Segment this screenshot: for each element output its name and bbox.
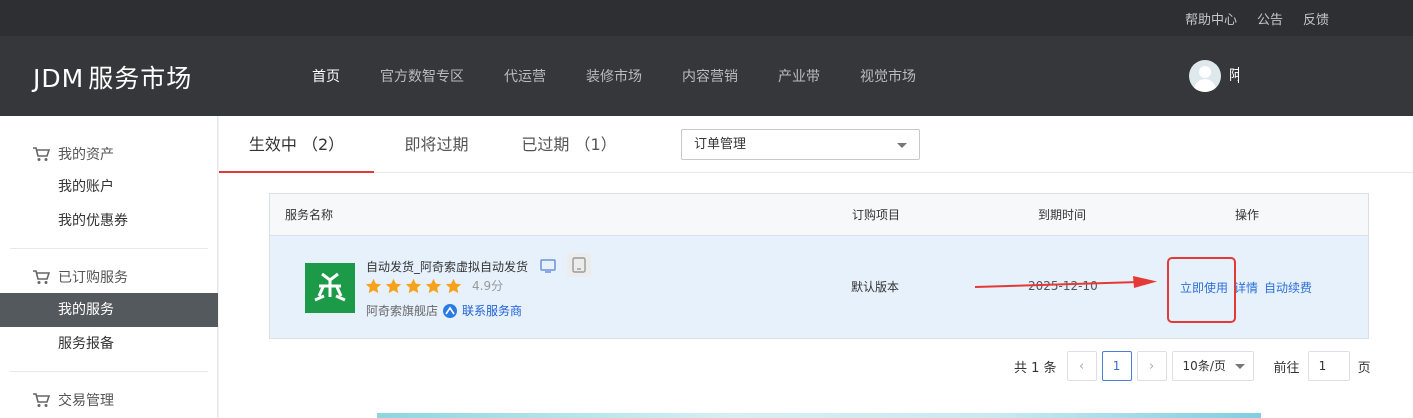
promo-banner[interactable]: [377, 413, 1261, 418]
header-service-name: 服务名称: [285, 208, 334, 222]
sidebar-group-trade[interactable]: 交易管理: [32, 390, 114, 410]
order-type-select[interactable]: 订单管理: [681, 129, 920, 160]
sidebar-item-my-coupons[interactable]: 我的优惠券: [0, 204, 218, 238]
annotation-arrow: [974, 276, 1157, 288]
table-header: 服务名称 订购项目 到期时间 操作: [270, 194, 1368, 236]
chevron-left-icon: ‹: [1078, 358, 1085, 374]
row-actions: 立即使用 详情 自动续费: [1180, 279, 1318, 296]
contact-label: 联系服务商: [462, 304, 523, 318]
chat-icon: [443, 303, 458, 318]
nav-content-marketing[interactable]: 内容营销: [682, 66, 738, 86]
page-size-select[interactable]: 10条/页: [1171, 351, 1254, 381]
sidebar: 我的资产 我的账户 我的优惠券 已订购服务 我的服务 服务报备 交易管理: [0, 116, 218, 418]
desktop-icon: [538, 256, 558, 276]
nav-decoration-market[interactable]: 装修市场: [586, 66, 642, 86]
page-number[interactable]: 1: [1101, 351, 1132, 381]
vendor-name[interactable]: 阿奇索旗舰店: [366, 302, 438, 319]
sidebar-divider: [10, 371, 208, 372]
star-icon: [405, 278, 422, 293]
star-icon: [365, 278, 382, 293]
tab-expiring[interactable]: 即将过期: [374, 116, 499, 173]
help-center-link[interactable]: 帮助中心: [1185, 9, 1237, 28]
nav-industry-belt[interactable]: 产业带: [778, 66, 820, 86]
chevron-right-icon: ›: [1148, 358, 1155, 374]
sidebar-group-title: 我的资产: [58, 147, 114, 163]
cart-icon: [33, 393, 50, 407]
star-icon: [425, 278, 442, 293]
tablet-icon: [567, 253, 591, 277]
nav-official-zone[interactable]: 官方数智专区: [380, 66, 464, 86]
announcement-link[interactable]: 公告: [1257, 9, 1283, 28]
vendor-info: 阿奇索旗舰店 联系服务商: [366, 302, 522, 319]
top-links: 帮助中心 公告 反馈: [1185, 0, 1329, 36]
main-content: 生效中 （2） 即将过期 已过期 （1） 订单管理 服务名称 订购项目 到期时间…: [219, 116, 1413, 418]
tab-expired[interactable]: 已过期 （1）: [509, 116, 629, 173]
sidebar-item-my-account[interactable]: 我的账户: [0, 170, 218, 204]
main-nav: 首页 官方数智专区 代运营 装修市场 内容营销 产业带 视觉市场: [312, 36, 956, 116]
prev-page-button[interactable]: ‹: [1066, 351, 1097, 381]
chevron-down-icon: [897, 143, 907, 148]
service-name[interactable]: 自动发货_阿奇索虚拟自动发货: [366, 258, 528, 275]
select-value: 订单管理: [694, 137, 747, 152]
rating-score: 4.9分: [472, 279, 504, 293]
nav-home[interactable]: 首页: [312, 66, 340, 86]
nav-visual-market[interactable]: 视觉市场: [860, 66, 916, 86]
pagination-total: 共 1 条: [1014, 360, 1057, 376]
top-utility-bar: 帮助中心 公告 反馈: [0, 0, 1413, 36]
contact-provider-link[interactable]: 联系服务商: [442, 302, 522, 319]
user-avatar-icon[interactable]: [1189, 60, 1221, 92]
status-tabs: 生效中 （2） 即将过期 已过期 （1） 订单管理: [219, 116, 1413, 173]
rating-stars: 4.9分: [365, 277, 503, 294]
username[interactable]: 阿: [1229, 65, 1239, 85]
next-page-button[interactable]: ›: [1136, 351, 1167, 381]
chevron-down-icon: [1234, 364, 1245, 369]
auto-renew-link[interactable]: 自动续费: [1264, 279, 1312, 296]
feedback-link[interactable]: 反馈: [1303, 9, 1329, 28]
site-logo[interactable]: JDM 服务市场: [33, 59, 192, 95]
sidebar-divider: [10, 248, 208, 249]
sidebar-group-subscribed: 已订购服务: [32, 267, 128, 287]
logo-prefix: JDM: [33, 64, 85, 93]
tab-active[interactable]: 生效中 （2）: [219, 116, 374, 173]
star-icon: [445, 278, 462, 293]
page-size-value: 10条/页: [1182, 359, 1226, 373]
table-row: 自动发货_阿奇索虚拟自动发货 4.9分 阿奇索旗舰店 联系服务商 默认版本 20…: [270, 236, 1368, 338]
services-table: 服务名称 订购项目 到期时间 操作 自动发货_阿奇索虚拟自动发货 4.9分 阿奇…: [269, 193, 1369, 339]
pagination: 共 1 条 ‹ 1 › 10条/页 前往 1 页: [1014, 350, 1371, 382]
logo-text: 服务市场: [88, 64, 193, 93]
sidebar-item-service-report[interactable]: 服务报备: [0, 327, 218, 361]
cart-icon: [33, 147, 50, 161]
main-header: JDM 服务市场 首页 官方数智专区 代运营 装修市场 内容营销 产业带 视觉市场…: [0, 36, 1413, 116]
sidebar-item-my-services[interactable]: 我的服务: [0, 293, 218, 327]
app-logo-icon: [305, 263, 355, 313]
details-link[interactable]: 详情: [1234, 279, 1258, 296]
header-order-item: 订购项目: [852, 208, 901, 222]
goto-page-input[interactable]: 1: [1307, 351, 1350, 381]
cart-icon: [33, 270, 50, 284]
sidebar-group-assets: 我的资产: [32, 144, 114, 164]
header-expiry: 到期时间: [1038, 208, 1087, 222]
use-now-link[interactable]: 立即使用: [1180, 279, 1228, 296]
sidebar-group-title: 交易管理: [58, 393, 114, 409]
nav-agency-operation[interactable]: 代运营: [504, 66, 546, 86]
header-actions: 操作: [1235, 208, 1260, 222]
goto-suffix: 页: [1357, 360, 1371, 376]
order-version: 默认版本: [851, 280, 900, 294]
goto-prefix: 前往: [1273, 360, 1300, 376]
star-icon: [385, 278, 402, 293]
sidebar-group-title: 已订购服务: [58, 270, 128, 286]
